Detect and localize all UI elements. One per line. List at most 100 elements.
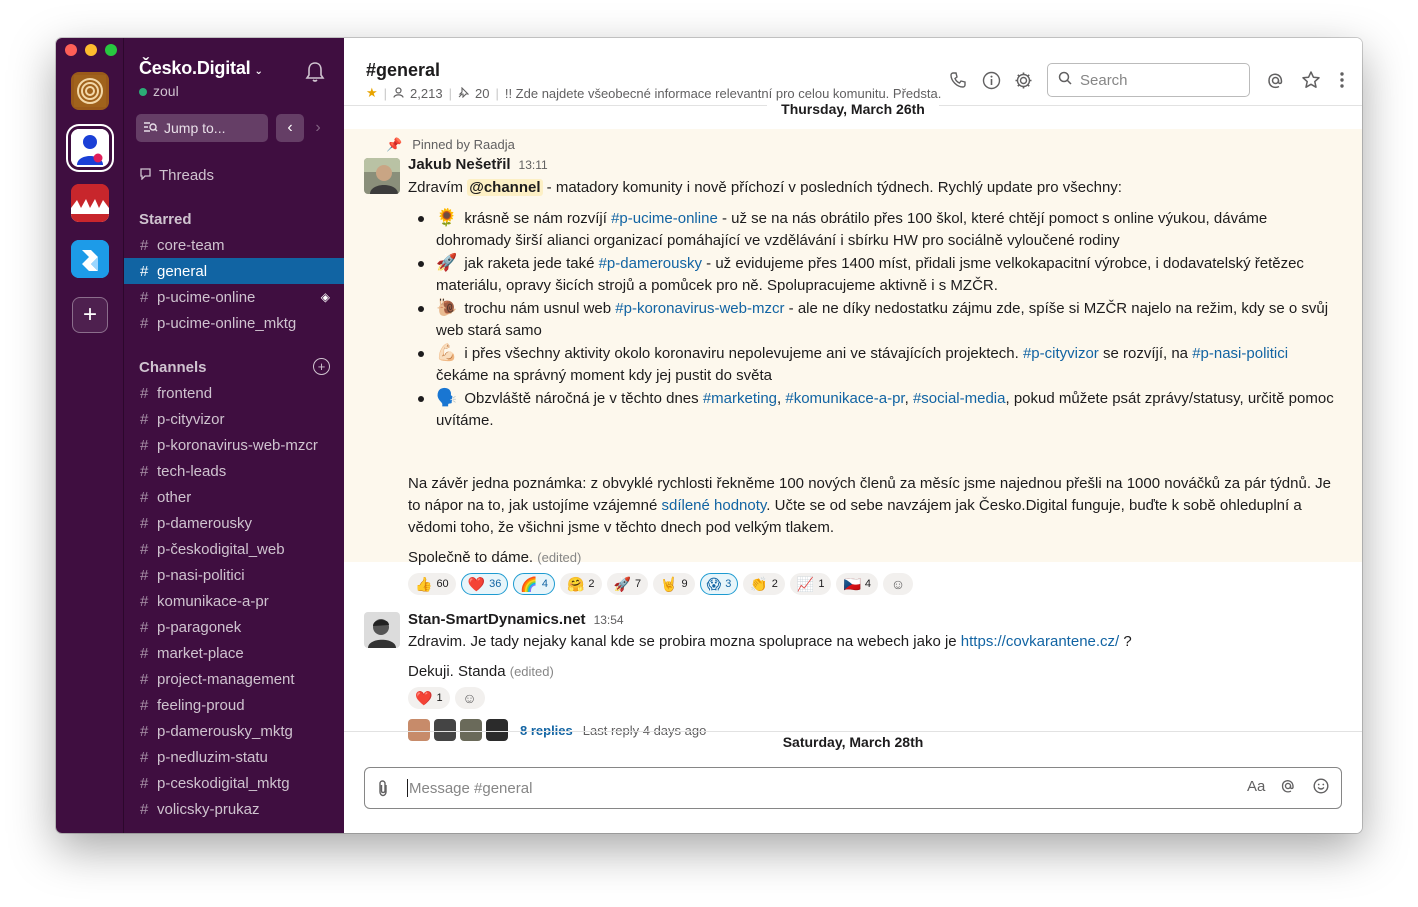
workspace-name-menu[interactable]: Česko.Digital ⌄: [139, 58, 263, 79]
threads-icon: [139, 167, 152, 184]
channel-name: feeling-proud: [157, 696, 245, 714]
sidebar-item-other[interactable]: # other: [124, 484, 344, 510]
channel-link[interactable]: #p-damerousky: [599, 255, 702, 272]
star-outline-icon[interactable]: [1300, 69, 1322, 91]
reaction[interactable]: 📈 1: [789, 573, 832, 595]
mention-icon[interactable]: [1280, 778, 1296, 798]
channel-link[interactable]: #p-koronavirus-web-mzcr: [615, 300, 784, 317]
values-link[interactable]: sdílené hodnoty: [661, 497, 766, 514]
close-window-button[interactable]: [65, 44, 77, 56]
workspace-icon-3[interactable]: [71, 184, 109, 222]
channel-mention[interactable]: @channel: [467, 179, 543, 196]
sidebar-item-general[interactable]: # general: [124, 258, 344, 284]
author-name[interactable]: Stan-SmartDynamics.net: [408, 611, 586, 628]
channel-header: #general ★ | 2,213 | 20 | !! Zde najdete…: [344, 38, 1362, 106]
channel-link[interactable]: #marketing: [703, 390, 777, 407]
info-icon[interactable]: [980, 69, 1002, 91]
emoji-icon[interactable]: [1313, 778, 1329, 798]
date-divider-label: Thursday, March 26th: [767, 101, 939, 117]
format-button[interactable]: Aa: [1247, 778, 1265, 795]
reactions-bar: ❤️ 1 ☺: [408, 687, 485, 709]
sidebar-item-p-českodigital_web[interactable]: # p-českodigital_web: [124, 536, 344, 562]
sidebar-item-volicsky-prukaz[interactable]: # volicsky-prukaz: [124, 796, 344, 822]
history-forward-button[interactable]: ›: [304, 114, 332, 142]
message-time[interactable]: 13:11: [519, 158, 548, 172]
hash-icon: #: [140, 540, 149, 558]
sidebar-item-project-management[interactable]: # project-management: [124, 666, 344, 692]
workspace-icon-4[interactable]: [71, 240, 109, 278]
channel-link[interactable]: #p-ucime-online: [611, 210, 718, 227]
bell-icon[interactable]: [305, 61, 327, 83]
reaction[interactable]: 🚀 7: [606, 573, 649, 595]
reaction-count: 9: [681, 578, 688, 590]
add-reaction-icon: ☺: [890, 576, 906, 592]
sidebar-item-frontend[interactable]: # frontend: [124, 380, 344, 406]
channel-title[interactable]: #general: [366, 60, 440, 81]
workspace-icon-cesko-digital[interactable]: [71, 129, 109, 167]
reaction[interactable]: 🇨🇿 4: [836, 573, 879, 595]
phone-icon[interactable]: [947, 69, 969, 91]
sunflower-icon: 🌻: [436, 208, 458, 227]
current-user[interactable]: zoul: [139, 83, 179, 99]
avatar[interactable]: [364, 612, 400, 648]
channels-section-header[interactable]: Channels: [139, 359, 207, 376]
hash-icon: #: [140, 592, 149, 610]
reaction[interactable]: ❤️ 36: [460, 573, 509, 595]
channel-name: p-českodigital_web: [157, 540, 285, 558]
add-workspace-button[interactable]: +: [72, 297, 108, 333]
maximize-window-button[interactable]: [105, 44, 117, 56]
list-item: 🐌 trochu nám usnul web #p-koronavirus-we…: [408, 297, 1343, 342]
message-time[interactable]: 13:54: [594, 613, 624, 627]
channel-link[interactable]: #p-cityvizor: [1023, 345, 1099, 362]
reaction[interactable]: 😱 3: [699, 573, 739, 595]
sidebar-item-p-ucime-online[interactable]: # p-ucime-online ◈: [124, 284, 344, 310]
reaction[interactable]: 🤘 9: [653, 573, 695, 595]
presence-icon: [139, 88, 147, 96]
sidebar-item-p-ceskodigital_mktg[interactable]: # p-ceskodigital_mktg: [124, 770, 344, 796]
sidebar-item-feeling-proud[interactable]: # feeling-proud: [124, 692, 344, 718]
jump-to-button[interactable]: Jump to...: [136, 114, 268, 142]
sidebar-item-p-ucime-online_mktg[interactable]: # p-ucime-online_mktg: [124, 310, 344, 336]
reaction-heart[interactable]: ❤️ 1: [408, 687, 450, 709]
sidebar-item-p-nedluzim-statu[interactable]: # p-nedluzim-statu: [124, 744, 344, 770]
avatar[interactable]: [364, 158, 400, 194]
sidebar-item-p-cityvizor[interactable]: # p-cityvizor: [124, 406, 344, 432]
sidebar-item-p-paragonek[interactable]: # p-paragonek: [124, 614, 344, 640]
threads-link[interactable]: Threads: [139, 167, 214, 184]
starred-section-header[interactable]: Starred: [139, 211, 192, 228]
add-channel-button[interactable]: +: [313, 358, 330, 375]
paperclip-icon[interactable]: [377, 779, 389, 802]
add-reaction-button[interactable]: ☺: [883, 573, 914, 595]
sidebar-item-market-place[interactable]: # market-place: [124, 640, 344, 666]
channel-link[interactable]: #p-nasi-politici: [1192, 345, 1288, 362]
mentions-icon[interactable]: [1264, 69, 1286, 91]
history-back-button[interactable]: ‹: [276, 114, 304, 142]
minimize-window-button[interactable]: [85, 44, 97, 56]
channel-link[interactable]: #komunikace-a-pr: [785, 390, 904, 407]
list-item: 🚀 jak raketa jede také #p-damerousky - u…: [408, 252, 1343, 297]
url-link[interactable]: https://covkarantene.cz/: [961, 633, 1119, 650]
search-input[interactable]: Search: [1047, 63, 1250, 97]
sidebar-item-tech-leads[interactable]: # tech-leads: [124, 458, 344, 484]
message-author[interactable]: Jakub Nešetřil 13:11: [408, 156, 548, 173]
sidebar-item-komunikace-a-pr[interactable]: # komunikace-a-pr: [124, 588, 344, 614]
message-input[interactable]: [409, 768, 1169, 808]
gear-icon[interactable]: [1012, 69, 1034, 91]
reaction[interactable]: 👍 60: [408, 573, 456, 595]
author-name[interactable]: Jakub Nešetřil: [408, 156, 511, 173]
reaction[interactable]: 🌈 4: [513, 573, 555, 595]
workspace-icon-1[interactable]: [71, 72, 109, 110]
reaction[interactable]: 👏 2: [743, 573, 785, 595]
channel-link[interactable]: #social-media: [913, 390, 1006, 407]
reaction[interactable]: 🤗 2: [559, 573, 602, 595]
message-author[interactable]: Stan-SmartDynamics.net 13:54: [408, 611, 624, 628]
sidebar-item-p-nasi-politici[interactable]: # p-nasi-politici: [124, 562, 344, 588]
channel-name: p-koronavirus-web-mzcr: [157, 436, 318, 454]
more-options-icon[interactable]: [1331, 69, 1353, 91]
add-reaction-button[interactable]: ☺: [454, 687, 485, 709]
slack-window: + Česko.Digital ⌄ zoul Jump to... ‹ › Thr…: [56, 38, 1362, 833]
sidebar-item-p-koronavirus-web-mzcr[interactable]: # p-koronavirus-web-mzcr: [124, 432, 344, 458]
sidebar-item-p-damerousky[interactable]: # p-damerousky: [124, 510, 344, 536]
sidebar-item-core-team[interactable]: # core-team: [124, 232, 344, 258]
sidebar-item-p-damerousky_mktg[interactable]: # p-damerousky_mktg: [124, 718, 344, 744]
